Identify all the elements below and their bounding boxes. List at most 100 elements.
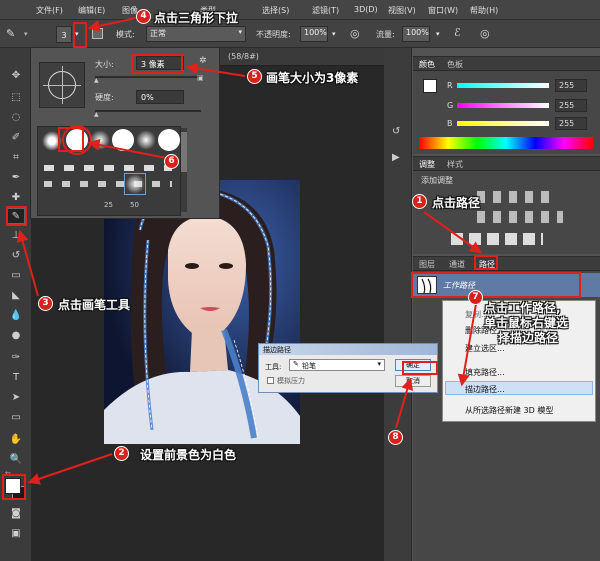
type-tool-icon[interactable]: T <box>7 370 25 386</box>
shape-tool-icon[interactable]: ▭ <box>7 410 25 426</box>
size-slider[interactable] <box>95 76 201 78</box>
menu-edit[interactable]: 编辑(E) <box>78 5 105 16</box>
tab-layers[interactable]: 图层 <box>419 259 435 270</box>
brush-tool-preset-icon[interactable]: ✎ <box>6 27 22 41</box>
document-image[interactable] <box>104 180 300 444</box>
brush-preset[interactable] <box>124 173 146 195</box>
brush-preset-row[interactable] <box>44 181 172 187</box>
healing-tool-icon[interactable]: ✚ <box>7 190 25 206</box>
eraser-tool-icon[interactable]: ▭ <box>7 268 25 284</box>
highlight-foreground-color <box>2 474 26 500</box>
brush-panel-toggle-icon[interactable] <box>92 28 103 39</box>
menu-file[interactable]: 文件(F) <box>36 5 63 16</box>
highlight-paths-tab <box>474 255 498 270</box>
flow-slider-icon[interactable]: ▾ <box>436 30 440 38</box>
brush-size-preview[interactable]: 3 <box>56 26 72 43</box>
marquee-tool-icon[interactable]: ⬚ <box>7 90 25 106</box>
highlight-work-path <box>411 272 581 298</box>
step-badge-1: 1 <box>412 194 427 209</box>
crop-tool-icon[interactable]: ⌗ <box>7 150 25 166</box>
options-bar: ✎ ▾ 3 ▾ 模式: 正常 ▾ 不透明度: 100% ▾ ◎ 流量: 100%… <box>0 20 600 48</box>
screen-mode-icon[interactable]: ▣ <box>7 526 25 542</box>
tab-swatches[interactable]: 色板 <box>447 59 463 70</box>
highlight-brush-preset <box>58 127 84 152</box>
menu-filter[interactable]: 滤镜(T) <box>312 5 339 16</box>
ctx-stroke-path[interactable]: 描边路径... <box>465 384 505 395</box>
tool-value: 铅笔 <box>302 362 316 370</box>
adjustment-icons-row-1[interactable] <box>477 191 553 203</box>
simulate-pressure-checkbox[interactable] <box>267 377 274 384</box>
menu-window[interactable]: 窗口(W) <box>428 5 458 16</box>
g-slider[interactable] <box>457 103 549 108</box>
brush-preset[interactable] <box>90 130 110 150</box>
ctx-new-3d-from-path[interactable]: 从所选路径新建 3D 模型 <box>465 405 553 416</box>
g-input[interactable]: 255 <box>555 99 587 112</box>
history-panel-icon[interactable]: ↺ <box>392 126 400 137</box>
tab-color[interactable]: 颜色 <box>419 59 435 70</box>
flow-label: 流量: <box>376 30 395 39</box>
stamp-tool-icon[interactable]: ⊥ <box>7 228 25 244</box>
pressure-opacity-icon[interactable]: ◎ <box>350 27 360 40</box>
move-tool-icon[interactable]: ✥ <box>7 68 25 84</box>
tab-adjustments[interactable]: 调整 <box>419 159 435 170</box>
hand-tool-icon[interactable]: ✋ <box>7 432 25 448</box>
hardness-input[interactable]: 0% <box>136 90 184 104</box>
brush-angle-preview[interactable] <box>39 62 85 108</box>
brush-preset[interactable] <box>158 129 180 151</box>
blur-tool-icon[interactable]: 💧 <box>7 308 25 324</box>
brush-preset[interactable] <box>112 129 134 151</box>
menu-3d[interactable]: 3D(D) <box>354 5 378 14</box>
color-spectrum-bar[interactable] <box>419 137 593 149</box>
b-input[interactable]: 255 <box>555 117 587 130</box>
mode-select[interactable]: 正常 ▾ <box>146 26 246 42</box>
r-input[interactable]: 255 <box>555 79 587 92</box>
simulate-pressure-label: 模拟压力 <box>277 377 305 385</box>
dodge-tool-icon[interactable]: ● <box>7 328 25 344</box>
path-select-tool-icon[interactable]: ➤ <box>7 390 25 406</box>
cancel-button[interactable]: 取消 <box>395 375 431 387</box>
new-preset-icon[interactable]: ▣ <box>197 74 204 82</box>
hardness-slider-handle[interactable]: ▲ <box>94 111 99 118</box>
adjustment-icons-row-2[interactable] <box>477 211 563 223</box>
size-label: 大小: <box>95 60 114 69</box>
adjustment-icons-row-3[interactable] <box>451 233 543 245</box>
paint-bucket-icon[interactable]: ◣ <box>7 288 25 304</box>
actions-panel-icon[interactable]: ▶ <box>392 152 400 163</box>
brush-preset-row[interactable] <box>44 165 172 171</box>
flow-input[interactable]: 100% <box>402 26 430 42</box>
history-brush-icon[interactable]: ↺ <box>7 248 25 264</box>
menu-select[interactable]: 选择(S) <box>262 5 289 16</box>
tool-label: 工具: <box>265 363 282 371</box>
menu-bar: 文件(F) 编辑(E) 图像 类型 选择(S) 滤镜(T) 3D(D) 视图(V… <box>0 0 600 20</box>
eyedropper-tool-icon[interactable]: ✒ <box>7 170 25 186</box>
brush-preset[interactable] <box>136 130 156 150</box>
foreground-color-swatch[interactable] <box>423 79 437 93</box>
step-note-3: 点击画笔工具 <box>58 298 131 312</box>
lasso-tool-icon[interactable]: ◌ <box>7 110 25 126</box>
menu-view[interactable]: 视图(V) <box>388 5 416 16</box>
b-slider[interactable] <box>457 121 549 126</box>
r-slider[interactable] <box>457 83 549 88</box>
step-note-7c: 择描边路径 <box>498 331 559 345</box>
pen-tool-icon[interactable]: ✑ <box>7 350 25 366</box>
step-badge-2: 2 <box>114 446 129 461</box>
hardness-slider[interactable] <box>95 110 201 112</box>
quick-mask-icon[interactable]: ◙ <box>7 506 25 522</box>
g-label: G <box>447 101 454 110</box>
size-slider-handle[interactable]: ▲ <box>94 77 99 84</box>
opacity-slider-icon[interactable]: ▾ <box>332 30 336 38</box>
quick-select-tool-icon[interactable]: ✐ <box>7 130 25 146</box>
preset-dropdown-icon[interactable]: ▾ <box>24 30 28 38</box>
tab-styles[interactable]: 样式 <box>447 159 463 170</box>
airbrush-icon[interactable]: ℰ <box>454 26 461 39</box>
opacity-input[interactable]: 100% <box>300 26 328 42</box>
gear-icon[interactable]: ✲ <box>199 56 207 66</box>
tab-channels[interactable]: 通道 <box>449 259 465 270</box>
ctx-fill-path[interactable]: 填充路径... <box>465 367 505 378</box>
preset-scrollbar[interactable] <box>181 128 187 212</box>
mode-value: 正常 <box>150 29 166 38</box>
pressure-size-icon[interactable]: ◎ <box>480 27 490 40</box>
tool-select[interactable]: 铅笔 ✎ ▾ <box>289 359 385 371</box>
menu-help[interactable]: 帮助(H) <box>470 5 498 16</box>
zoom-tool-icon[interactable]: 🔍 <box>7 452 25 468</box>
